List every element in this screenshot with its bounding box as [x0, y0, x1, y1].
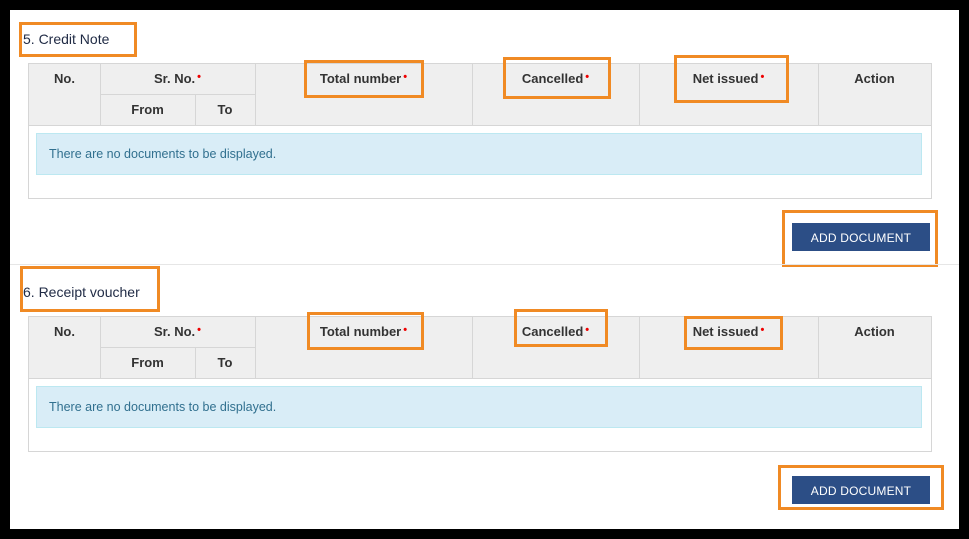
required-marker: • [197, 324, 202, 336]
col-header-sr-no: Sr. No. • [100, 324, 255, 339]
table-header: No. Sr. No. • From To Total number • Cance… [29, 317, 931, 379]
table-header: No. Sr. No. • From To Total number • Cance… [29, 64, 931, 126]
col-header-no: No. [54, 324, 75, 339]
credit-note-table: No. Sr. No. • From To Total number • Cance… [28, 63, 932, 199]
col-header-no: No. [54, 71, 75, 86]
col-header-total-number: Total number • [255, 71, 472, 86]
table-body: There are no documents to be displayed. [29, 126, 931, 198]
col-header-sr-no: Sr. No. • [100, 71, 255, 86]
col-header-to: To [217, 102, 233, 117]
col-header-label: Net issued [692, 71, 759, 86]
col-header-label: Cancelled [521, 71, 584, 86]
table-body: There are no documents to be displayed. [29, 379, 931, 451]
col-header-action: Action [854, 324, 895, 339]
col-header-label: Sr. No. [153, 71, 196, 86]
section-title: 6. Receipt voucher [23, 284, 140, 300]
col-header-cancelled: Cancelled • [472, 324, 639, 339]
receipt-voucher-table: No. Sr. No. • From To Total number • Cance… [28, 316, 932, 452]
section-divider [10, 264, 959, 265]
empty-state-message: There are no documents to be displayed. [36, 133, 922, 175]
required-marker: • [585, 71, 590, 83]
document-summary-panel: 5. Credit Note No. Sr. No. • From To Tota… [10, 10, 959, 529]
required-marker: • [197, 71, 202, 83]
col-header-label: Sr. No. [153, 324, 196, 339]
col-header-from: From [131, 355, 164, 370]
col-header-cancelled: Cancelled • [472, 71, 639, 86]
col-header-net-issued: Net issued • [639, 71, 818, 86]
col-header-from: From [131, 102, 164, 117]
add-document-button[interactable]: ADD DOCUMENT [792, 476, 930, 504]
col-header-to: To [217, 355, 233, 370]
col-header-net-issued: Net issued • [639, 324, 818, 339]
required-marker: • [760, 71, 765, 83]
empty-state-message: There are no documents to be displayed. [36, 386, 922, 428]
required-marker: • [760, 324, 765, 336]
col-header-label: Net issued [692, 324, 759, 339]
col-header-label: Total number [319, 324, 402, 339]
col-header-total-number: Total number • [255, 324, 472, 339]
add-document-button[interactable]: ADD DOCUMENT [792, 223, 930, 251]
col-header-label: Total number [319, 71, 402, 86]
section-title: 5. Credit Note [23, 31, 110, 47]
required-marker: • [403, 324, 408, 336]
col-header-action: Action [854, 71, 895, 86]
col-header-label: Cancelled [521, 324, 584, 339]
required-marker: • [403, 71, 408, 83]
required-marker: • [585, 324, 590, 336]
